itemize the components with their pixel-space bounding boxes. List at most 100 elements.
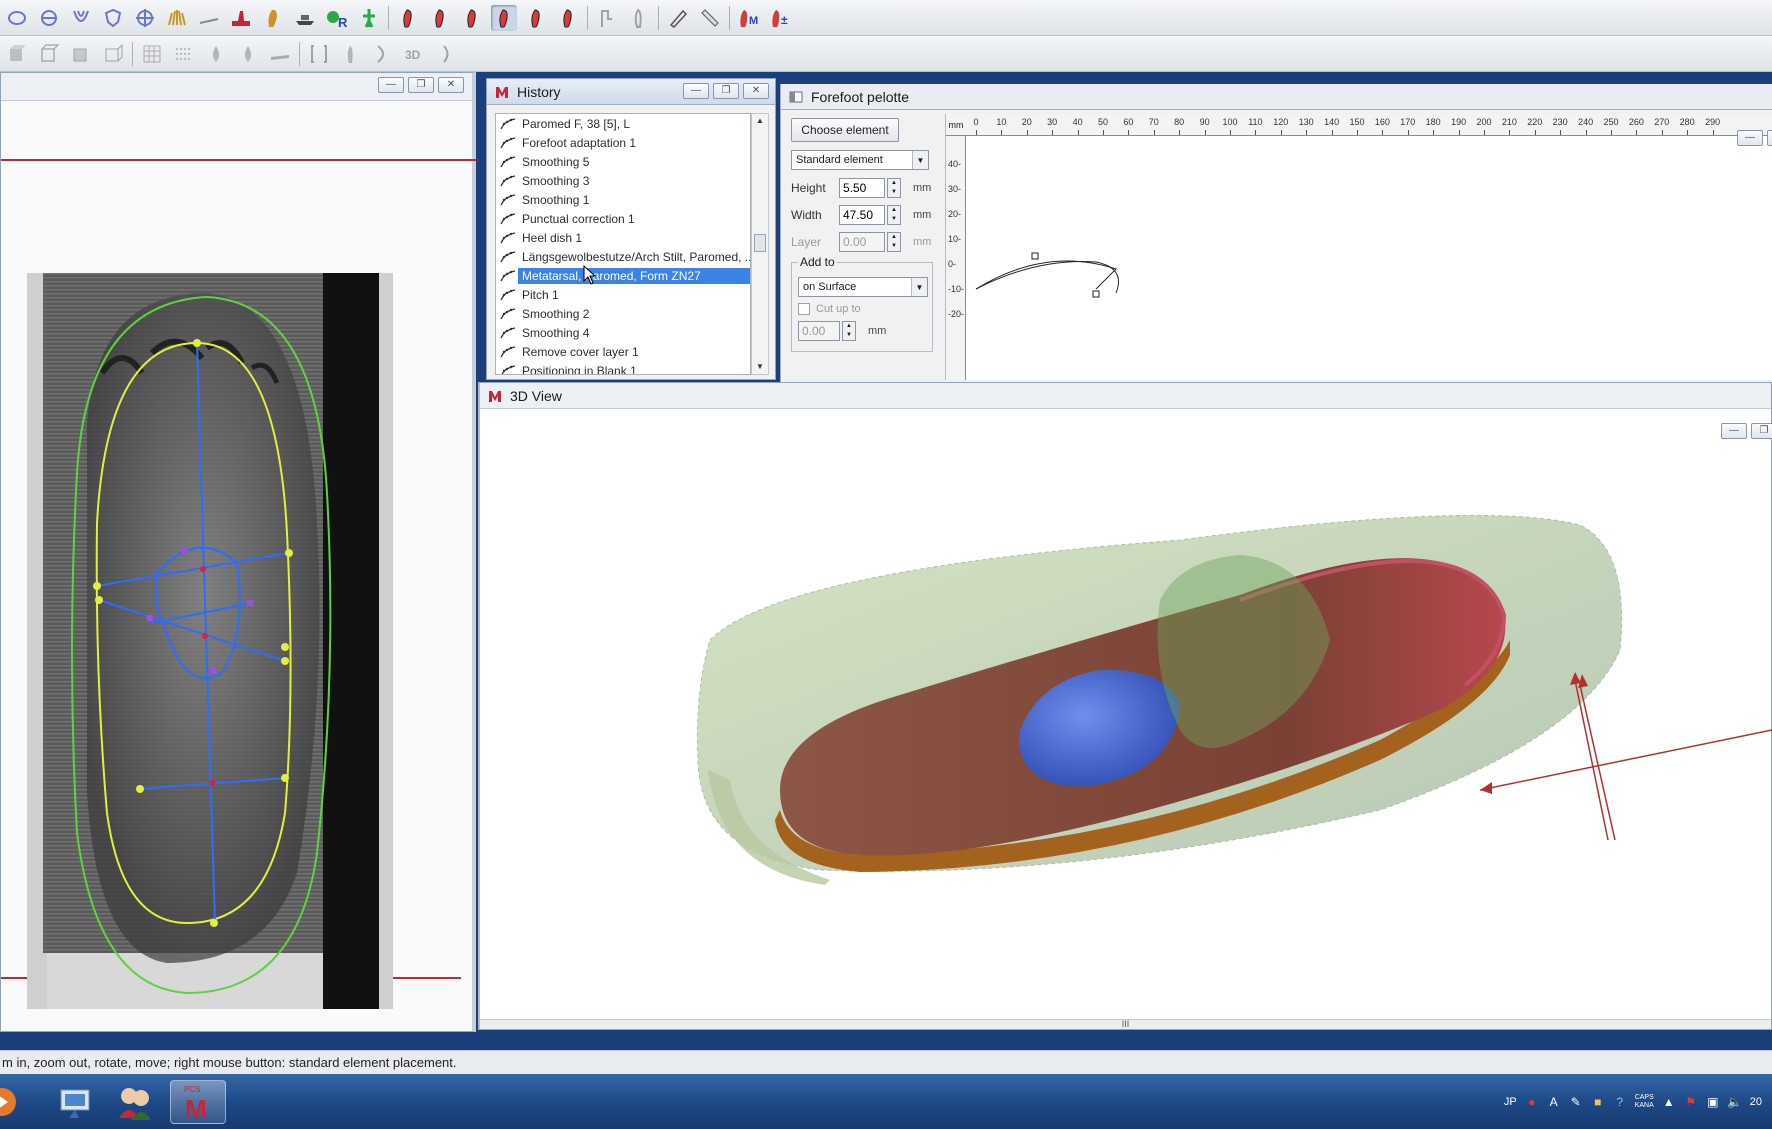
volume-icon[interactable]: 🔈 xyxy=(1727,1095,1742,1109)
red-foot-1-icon[interactable] xyxy=(395,5,421,31)
clock[interactable]: 20 xyxy=(1750,1096,1762,1108)
line-tool-icon[interactable] xyxy=(196,5,222,31)
language-indicator[interactable]: JP xyxy=(1504,1096,1517,1108)
action-center-flag-icon[interactable]: ⚑ xyxy=(1684,1095,1698,1109)
cut-up-spinner[interactable]: ▲ ▼ xyxy=(842,321,856,341)
history-item[interactable]: Smoothing 2 xyxy=(496,304,750,323)
ime-dictionary-icon[interactable]: ✎ xyxy=(1569,1095,1583,1109)
network-icon[interactable]: ▣ xyxy=(1706,1095,1720,1109)
foot-scan-icon[interactable] xyxy=(228,5,254,31)
red-foot-2-icon[interactable] xyxy=(427,5,453,31)
cube-2-icon[interactable] xyxy=(36,41,62,67)
add-to-select[interactable]: on Surface ▼ xyxy=(798,277,928,297)
history-item[interactable]: Paromed F, 38 [5], L xyxy=(496,114,750,133)
element-type-select[interactable]: Standard element ▼ xyxy=(791,150,929,170)
flat-bar-icon[interactable] xyxy=(267,41,293,67)
ruler-tool-icon[interactable] xyxy=(697,5,723,31)
tray-expand-icon[interactable]: ▲ xyxy=(1662,1095,1676,1109)
history-item-label: Punctual correction 1 xyxy=(522,211,635,226)
pelotte-profile-editor[interactable]: mm 0 10 20 30 40 50 60 70 80 90 100 110 120 130 140 150… xyxy=(945,114,1772,380)
minimize-icon[interactable]: — xyxy=(378,77,404,93)
history-item[interactable]: Heel dish 1 xyxy=(496,228,750,247)
foot-scan-image[interactable] xyxy=(27,273,393,1009)
history-item[interactable]: Smoothing 5 xyxy=(496,152,750,171)
drop-2-icon[interactable] xyxy=(235,41,261,67)
width-input[interactable] xyxy=(839,205,885,225)
ship-icon[interactable] xyxy=(292,5,318,31)
width-spinner[interactable]: ▲ ▼ xyxy=(887,205,901,225)
cut-up-input[interactable] xyxy=(798,321,840,341)
history-item[interactable]: Smoothing 4 xyxy=(496,323,750,342)
restore-icon[interactable]: ❐ xyxy=(713,83,739,99)
layer-input[interactable] xyxy=(839,232,885,252)
restore-icon[interactable]: ❐ xyxy=(408,77,434,93)
users-app-icon[interactable] xyxy=(106,1080,164,1124)
ime-icon[interactable]: ● xyxy=(1525,1095,1539,1109)
drop-1-icon[interactable] xyxy=(203,41,229,67)
height-spinner[interactable]: ▲ ▼ xyxy=(887,178,901,198)
bracket-icon[interactable] xyxy=(306,41,332,67)
gray-foot-1-icon[interactable] xyxy=(594,5,620,31)
history-item[interactable]: Remove cover layer 1 xyxy=(496,342,750,361)
history-item[interactable]: Punctual correction 1 xyxy=(496,209,750,228)
history-item[interactable]: Metatarsal, Paromed, Form ZN27 xyxy=(496,266,750,285)
cut-up-checkbox[interactable] xyxy=(798,303,810,315)
grid-icon[interactable] xyxy=(139,41,165,67)
ime-tools-icon[interactable]: ■ xyxy=(1591,1095,1605,1109)
restore-icon[interactable]: ❐ xyxy=(1767,130,1772,146)
help-icon[interactable]: ? xyxy=(1613,1095,1627,1109)
media-player-icon[interactable] xyxy=(0,1080,22,1124)
red-foot-4-icon[interactable] xyxy=(491,4,517,31)
pelotte-profile-curve[interactable] xyxy=(966,136,1772,380)
minimize-icon[interactable]: — xyxy=(1737,130,1763,146)
history-item[interactable]: Smoothing 1 xyxy=(496,190,750,209)
layer-spinner[interactable]: ▲ ▼ xyxy=(887,232,901,252)
height-input[interactable] xyxy=(839,178,885,198)
cube-4-icon[interactable] xyxy=(100,41,126,67)
v-shape-icon[interactable] xyxy=(68,5,94,31)
pcs-m-app-button[interactable]: PCS M xyxy=(170,1079,226,1124)
foot-outline-icon[interactable] xyxy=(338,41,364,67)
red-foot-3-icon[interactable] xyxy=(459,5,485,31)
hands-icon[interactable] xyxy=(164,5,190,31)
scrollbar-thumb[interactable] xyxy=(754,234,766,252)
green-r-icon[interactable]: R xyxy=(324,5,350,31)
horizontal-splitter[interactable]: III xyxy=(480,1019,1771,1029)
circle-crosshair-icon[interactable] xyxy=(36,5,62,31)
minimize-icon[interactable]: — xyxy=(683,83,709,99)
gray-foot-2-icon[interactable] xyxy=(626,5,652,31)
foot-print-icon[interactable] xyxy=(260,5,286,31)
history-scrollbar[interactable]: ▲ ▼ xyxy=(751,113,769,375)
red-m-icon[interactable]: M xyxy=(736,5,762,31)
close-icon[interactable]: ✕ xyxy=(438,77,464,93)
chevron-down-icon[interactable]: ▼ xyxy=(911,278,927,296)
scroll-up-arrow-icon[interactable]: ▲ xyxy=(752,114,768,128)
insole-3d-model[interactable] xyxy=(480,410,1772,1020)
3d-icon[interactable]: 3D xyxy=(402,41,428,67)
choose-element-button[interactable]: Choose element xyxy=(791,118,899,142)
history-item[interactable]: Längsgewolbestutze/Arch Stilt, Paromed, … xyxy=(496,247,750,266)
curve-icon[interactable] xyxy=(370,41,396,67)
history-item[interactable]: Forefoot adaptation 1 xyxy=(496,133,750,152)
red-plus-minus-icon[interactable]: ± xyxy=(768,5,794,31)
shield-outline-icon[interactable] xyxy=(100,5,126,31)
ime-mode-icon[interactable]: A xyxy=(1547,1095,1561,1109)
green-figure-icon[interactable] xyxy=(356,5,382,31)
cube-3-icon[interactable] xyxy=(68,41,94,67)
pen-tool-icon[interactable] xyxy=(665,5,691,31)
history-item[interactable]: Pitch 1 xyxy=(496,285,750,304)
dotted-grid-icon[interactable] xyxy=(171,41,197,67)
ellipse-tool-icon[interactable] xyxy=(4,5,30,31)
scroll-down-arrow-icon[interactable]: ▼ xyxy=(752,360,768,374)
history-item-label: Positioning in Blank 1 xyxy=(522,363,637,375)
bracket-2-icon[interactable] xyxy=(434,41,460,67)
globe-crosshair-icon[interactable] xyxy=(132,5,158,31)
cube-1-icon[interactable] xyxy=(4,41,30,67)
close-icon[interactable]: ✕ xyxy=(743,83,769,99)
chevron-down-icon[interactable]: ▼ xyxy=(912,151,928,169)
history-item[interactable]: Positioning in Blank 1 xyxy=(496,361,750,375)
control-panel-icon[interactable] xyxy=(50,1080,100,1124)
red-foot-5-icon[interactable] xyxy=(523,5,549,31)
red-foot-6-icon[interactable] xyxy=(555,5,581,31)
history-item[interactable]: Smoothing 3 xyxy=(496,171,750,190)
